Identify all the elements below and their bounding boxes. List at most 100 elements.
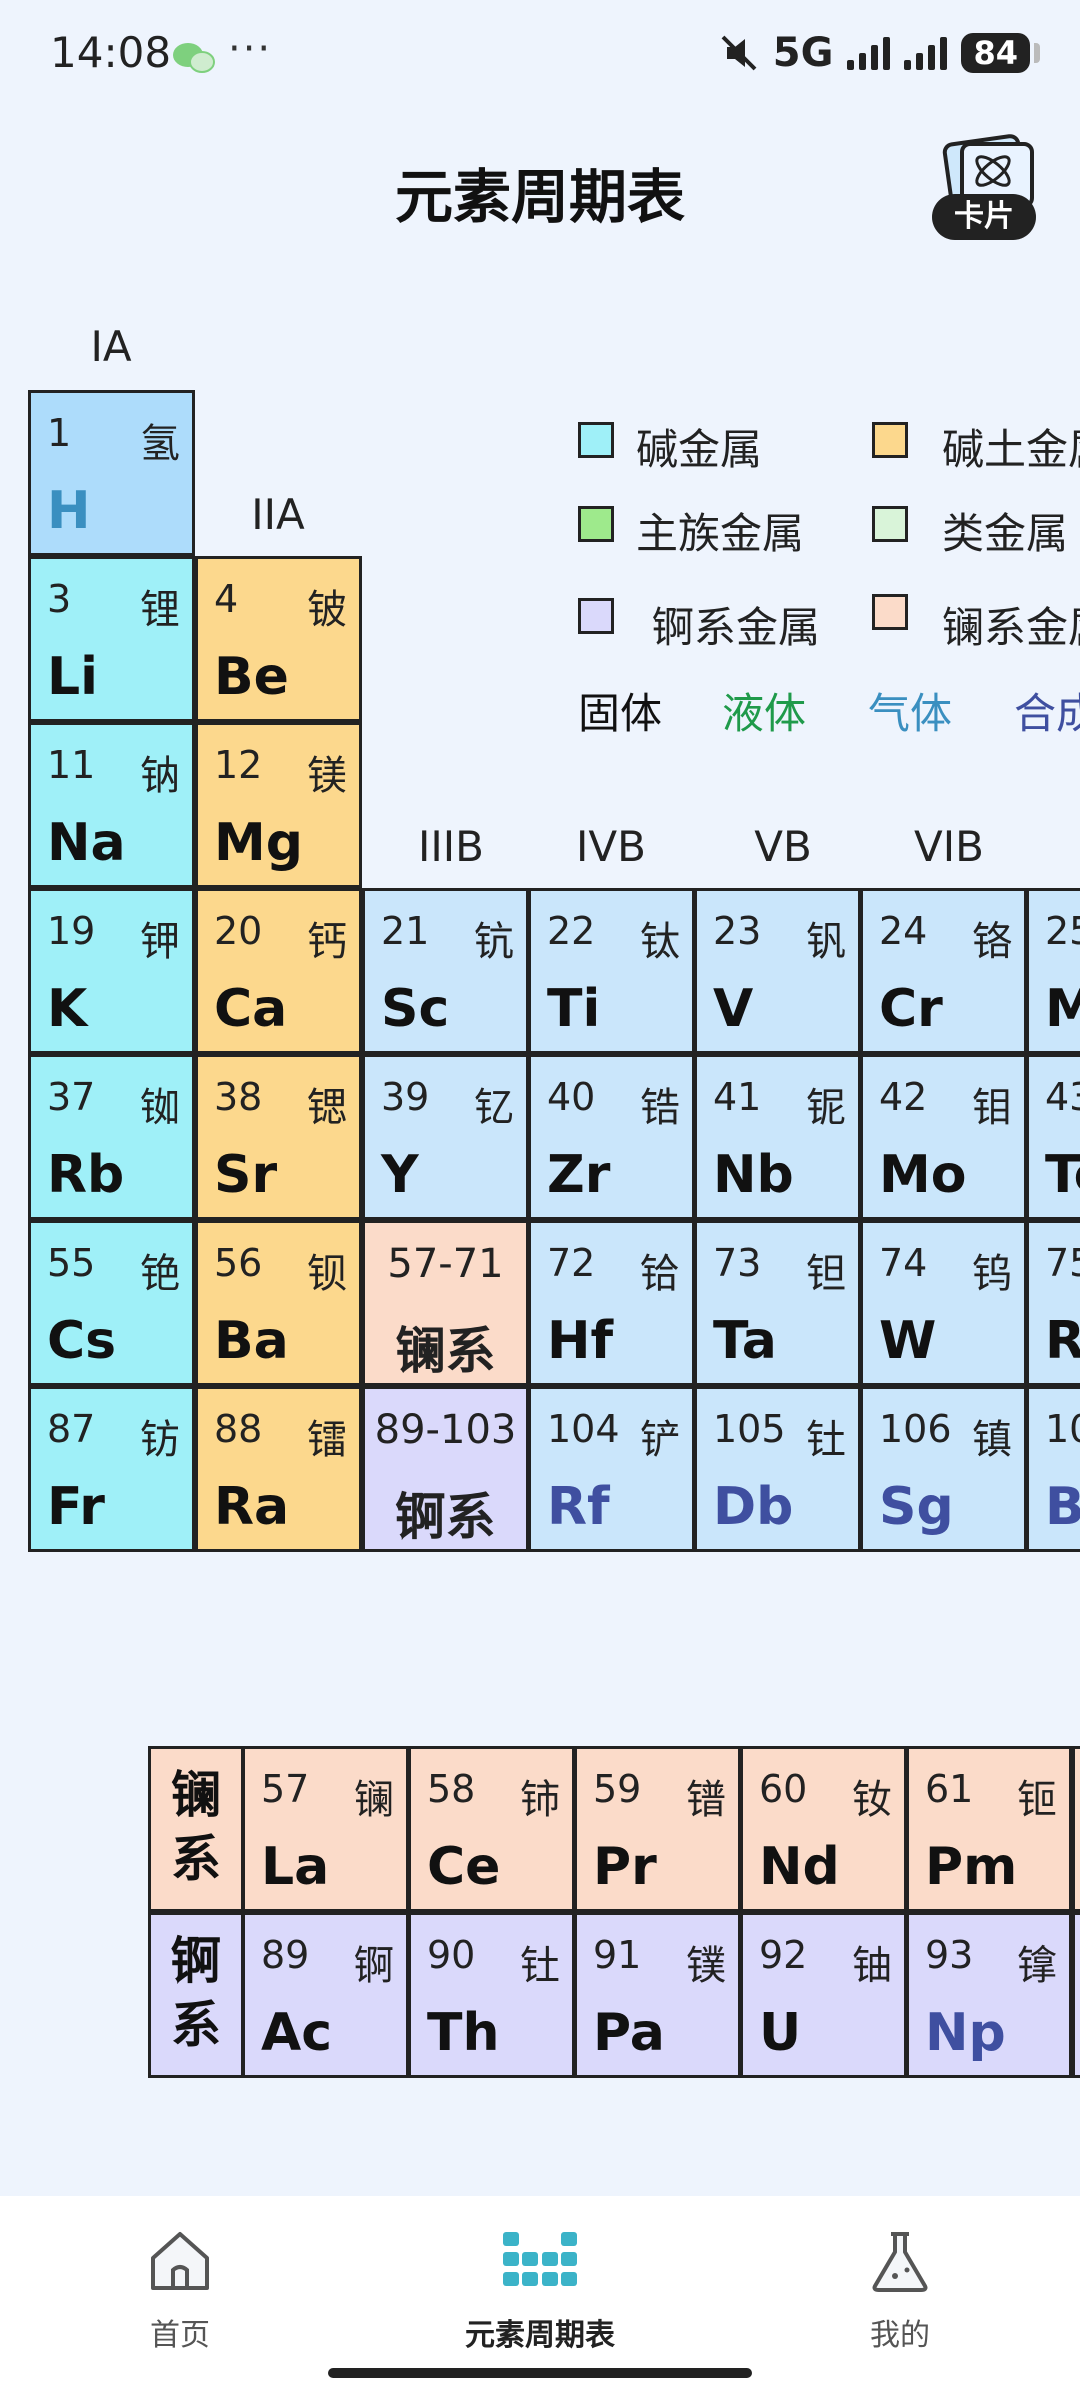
lanthanide-series-cell[interactable]: 57-71 镧系	[362, 1220, 529, 1386]
legend-metalloid-swatch	[872, 506, 908, 542]
atomic-number: 22	[547, 909, 596, 953]
element-cell-sg[interactable]: 106 镇 Sg	[860, 1386, 1027, 1552]
element-cell-db[interactable]: 105 钍 Db	[694, 1386, 861, 1552]
element-name: 锂	[140, 587, 180, 633]
element-symbol: Pa	[593, 2003, 665, 2063]
atomic-number: 89	[261, 1933, 310, 1977]
element-cell-pr[interactable]: 59 镨 Pr	[574, 1746, 741, 1912]
atomic-number: 92	[759, 1933, 808, 1977]
element-symbol: Sg	[879, 1477, 954, 1537]
element-cell-mn[interactable]: 25 M	[1026, 888, 1080, 1054]
element-cell-cr[interactable]: 24 铬 Cr	[860, 888, 1027, 1054]
element-name: 镇	[972, 1417, 1012, 1463]
element-cell-np[interactable]: 93 镎 Np	[906, 1912, 1072, 2078]
nav-home[interactable]: 首页	[30, 2226, 330, 2354]
element-cell-pm[interactable]: 61 钷 Pm	[906, 1746, 1072, 1912]
element-name: 锆	[640, 1085, 680, 1131]
element-name: 铷	[140, 1085, 180, 1131]
element-name: 钪	[474, 919, 514, 965]
card-button[interactable]: 卡片	[930, 132, 1040, 243]
nav-periodic-table[interactable]: 元素周期表	[390, 2226, 690, 2354]
element-cell-k[interactable]: 19 钾 K	[28, 888, 195, 1054]
element-cell-bh[interactable]: 10 Bl	[1026, 1386, 1080, 1552]
atomic-number: 105	[713, 1407, 786, 1451]
element-symbol: Ra	[214, 1477, 290, 1537]
element-name: 铬	[972, 919, 1012, 965]
actinide-series-cell[interactable]: 89-103 锕系	[362, 1386, 529, 1552]
legend-actinide-swatch	[578, 598, 614, 634]
atomic-number: 93	[925, 1933, 974, 1977]
element-cell-ta[interactable]: 73 钽 Ta	[694, 1220, 861, 1386]
element-cell-be[interactable]: 4 铍 Be	[195, 556, 362, 722]
element-name: 钍	[520, 1943, 560, 1989]
element-cell-mo[interactable]: 42 钼 Mo	[860, 1054, 1027, 1220]
element-cell-sr[interactable]: 38 锶 Sr	[195, 1054, 362, 1220]
atomic-number: 10	[1045, 1407, 1080, 1451]
element-cell-zr[interactable]: 40 锆 Zr	[528, 1054, 695, 1220]
element-cell-hf[interactable]: 72 铪 Hf	[528, 1220, 695, 1386]
series-range: 57-71	[387, 1241, 504, 1287]
element-cell-mg[interactable]: 12 镁 Mg	[195, 722, 362, 888]
element-cell-th[interactable]: 90 钍 Th	[408, 1912, 575, 2078]
signal-icon	[904, 36, 948, 70]
element-symbol: Ti	[547, 979, 601, 1039]
element-cell-ca[interactable]: 20 钙 Ca	[195, 888, 362, 1054]
element-cell-la[interactable]: 57 镧 La	[242, 1746, 409, 1912]
element-cell-nd[interactable]: 60 钕 Nd	[740, 1746, 907, 1912]
element-cell-u[interactable]: 92 铀 U	[740, 1912, 907, 2078]
atomic-number: 25	[1045, 909, 1080, 953]
element-cell-w[interactable]: 74 钨 W	[860, 1220, 1027, 1386]
element-cell-y[interactable]: 39 钇 Y	[362, 1054, 529, 1220]
element-symbol: Li	[47, 647, 98, 707]
element-symbol: Re	[1045, 1311, 1080, 1371]
element-symbol: Ta	[713, 1311, 777, 1371]
flask-icon	[872, 2232, 928, 2292]
element-name: 镤	[686, 1943, 726, 1989]
element-name: 钍	[806, 1417, 846, 1463]
element-cell-cs[interactable]: 55 铯 Cs	[28, 1220, 195, 1386]
nav-mine[interactable]: 我的	[750, 2226, 1050, 2354]
element-symbol: Nb	[713, 1145, 794, 1205]
group-label-ivb: IVB	[576, 822, 646, 871]
element-symbol: Ba	[214, 1311, 289, 1371]
element-cell-nb[interactable]: 41 铌 Nb	[694, 1054, 861, 1220]
element-name: 镁	[307, 753, 347, 799]
element-cell-h[interactable]: 1 氢 H	[28, 390, 195, 556]
atomic-number: 59	[593, 1767, 642, 1811]
wechat-icon	[173, 43, 215, 73]
atomic-number: 56	[214, 1241, 263, 1285]
element-name: 钡	[307, 1251, 347, 1297]
element-cell-pa[interactable]: 91 镤 Pa	[574, 1912, 741, 2078]
element-cell-v[interactable]: 23 钒 V	[694, 888, 861, 1054]
element-cell-re[interactable]: 75 Re	[1026, 1220, 1080, 1386]
mute-icon	[721, 35, 757, 71]
element-cell-ti[interactable]: 22 钛 Ti	[528, 888, 695, 1054]
atomic-number: 40	[547, 1075, 596, 1119]
element-symbol: Na	[47, 813, 126, 873]
element-cell-rb[interactable]: 37 铷 Rb	[28, 1054, 195, 1220]
element-cell-ba[interactable]: 56 钡 Ba	[195, 1220, 362, 1386]
atom-icon	[975, 155, 1011, 187]
element-symbol: K	[47, 979, 88, 1039]
home-indicator[interactable]	[328, 2368, 752, 2378]
element-cell-fr[interactable]: 87 钫 Fr	[28, 1386, 195, 1552]
element-cell-ce[interactable]: 58 铈 Ce	[408, 1746, 575, 1912]
element-name: 钷	[1017, 1777, 1057, 1823]
element-symbol: Cr	[879, 979, 943, 1039]
element-cell-na[interactable]: 11 钠 Na	[28, 722, 195, 888]
status-bar: 14:08 ··· 5G 84	[0, 0, 1080, 115]
legend-main-label: 主族金属	[636, 509, 805, 558]
signal-icon	[847, 36, 891, 70]
element-cell-li[interactable]: 3 锂 Li	[28, 556, 195, 722]
element-name: 钇	[474, 1085, 514, 1131]
element-cell-ac[interactable]: 89 锕 Ac	[242, 1912, 409, 2078]
element-name: 钕	[852, 1777, 892, 1823]
legend-solid: 固体	[578, 689, 663, 738]
element-cell-tc[interactable]: 43 Tc	[1026, 1054, 1080, 1220]
element-cell-ra[interactable]: 88 镭 Ra	[195, 1386, 362, 1552]
element-name: 钾	[140, 919, 180, 965]
card-button-label: 卡片	[932, 194, 1036, 240]
element-cell-sc[interactable]: 21 钪 Sc	[362, 888, 529, 1054]
element-name: 镧	[354, 1777, 394, 1823]
element-cell-rf[interactable]: 104 铲 Rf	[528, 1386, 695, 1552]
